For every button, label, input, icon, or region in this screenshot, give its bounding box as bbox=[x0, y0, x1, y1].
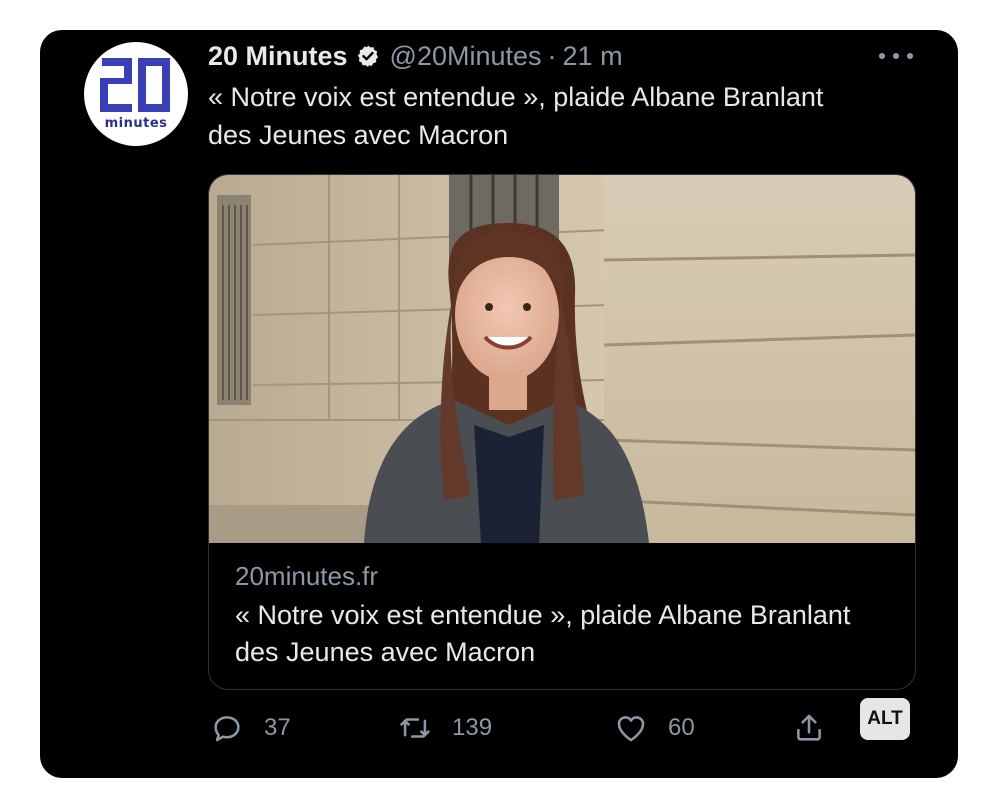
tweet-header: 20 Minutes @20Minutes · 21 m bbox=[208, 38, 623, 74]
like-button[interactable]: 60 bbox=[614, 706, 695, 750]
tweet-actions: 37 139 60 bbox=[210, 706, 930, 750]
share-button[interactable] bbox=[792, 706, 826, 750]
author-handle[interactable]: @20Minutes bbox=[390, 41, 542, 72]
avatar[interactable]: minutes bbox=[84, 42, 188, 146]
logo-wordmark: minutes bbox=[104, 116, 168, 131]
link-preview-card[interactable]: 20minutes.fr « Notre voix est entendue »… bbox=[208, 174, 916, 690]
retweet-count: 139 bbox=[452, 714, 493, 741]
reply-icon bbox=[214, 716, 240, 742]
verified-badge-icon bbox=[357, 45, 378, 67]
timestamp[interactable]: 21 m bbox=[563, 41, 623, 72]
retweet-icon bbox=[400, 718, 430, 738]
share-icon bbox=[797, 714, 821, 741]
retweet-button[interactable]: 139 bbox=[398, 706, 492, 750]
author-name[interactable]: 20 Minutes bbox=[208, 41, 348, 72]
article-photo bbox=[209, 175, 915, 543]
more-options-icon[interactable] bbox=[876, 44, 916, 68]
heart-icon bbox=[617, 716, 645, 742]
reply-button[interactable]: 37 bbox=[210, 706, 291, 750]
like-count: 60 bbox=[668, 714, 695, 741]
reply-count: 37 bbox=[264, 714, 291, 741]
tweet-text: « Notre voix est entendue », plaide Alba… bbox=[208, 82, 824, 150]
tweet-card[interactable]: minutes 20 Minutes @20Minutes · 21 m « N… bbox=[40, 30, 958, 778]
separator-dot: · bbox=[547, 40, 557, 71]
link-domain: 20minutes.fr bbox=[235, 561, 379, 591]
link-title: « Notre voix est entendue », plaide Alba… bbox=[235, 600, 851, 667]
alt-text-badge[interactable]: ALT bbox=[860, 698, 910, 740]
